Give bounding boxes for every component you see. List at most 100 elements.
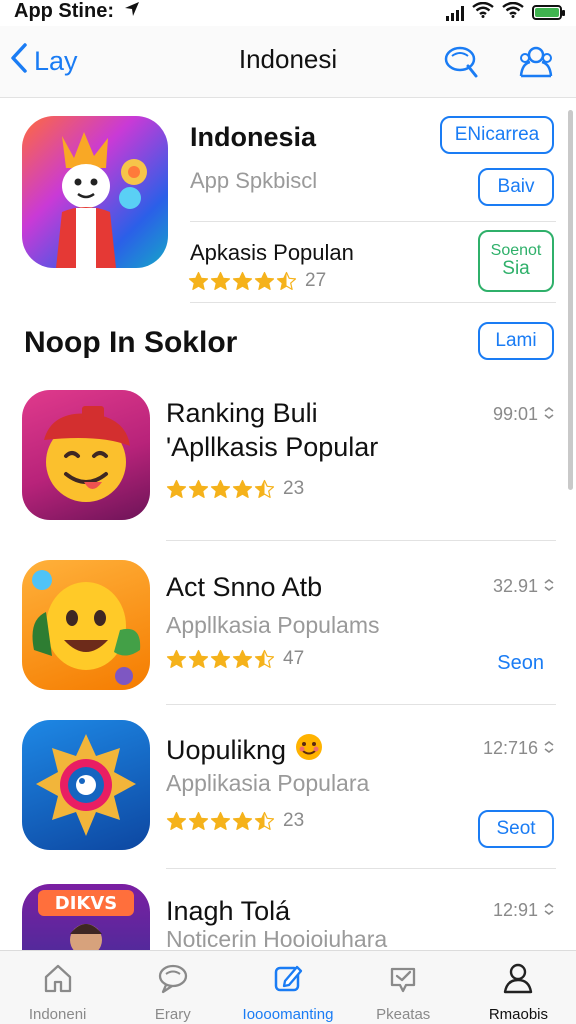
tertiary-line-1: Soenot (490, 241, 542, 259)
app-meta-value: 12:716 (482, 738, 538, 758)
app-subtitle: Noticerin Hooioiuhara (166, 926, 388, 950)
app-title-line-2: 'Apllkasis Popular (166, 432, 379, 462)
star-rating (188, 271, 297, 292)
app-subtitle: Appllkasia Populams (166, 612, 380, 638)
featured-subtitle: App Spkbiscl (190, 168, 318, 193)
tab-bar: Indoneni Erary Ioooomanting Pkeatas Rmao… (0, 950, 576, 1024)
star-icon (232, 811, 253, 830)
featured-app: Indonesia App Spkbiscl Apkasis Populan 2… (0, 100, 576, 310)
featured-rating: 27 (188, 270, 326, 292)
app-rating: 47 (166, 648, 304, 670)
nav-bar: Lay Indonesi (0, 26, 576, 98)
star-icon (188, 271, 209, 290)
divider (166, 704, 556, 705)
app-subtitle: Applikasia Populara (166, 770, 370, 796)
star-icon (210, 811, 231, 830)
app-action-button[interactable]: Seot (478, 810, 554, 848)
divider (166, 540, 556, 541)
star-icon (210, 479, 231, 498)
app-icon[interactable] (22, 390, 150, 520)
chevron-updown-icon (542, 900, 556, 921)
featured-secondary-button[interactable]: Baiv (478, 168, 554, 206)
wifi-icon (472, 1, 494, 23)
app-meta: 99:01 (493, 404, 556, 425)
tab-updates[interactable]: Pkeatas (346, 951, 461, 1024)
section-action-button[interactable]: Lami (478, 322, 554, 360)
featured-category: Apkasis Populan (190, 240, 354, 265)
chevron-updown-icon (542, 404, 556, 425)
star-icon (254, 271, 275, 290)
app-title: Uopulikng (166, 735, 287, 765)
star-icon (254, 479, 275, 498)
star-icon (254, 811, 275, 830)
list-item[interactable]: Act Snno Atb Appllkasia Populams 47 32.9… (0, 560, 576, 705)
star-icon (166, 811, 187, 830)
star-icon (210, 649, 231, 668)
edit-square-icon (271, 961, 305, 1000)
star-icon (232, 479, 253, 498)
divider (166, 868, 556, 869)
tab-label: Pkeatas (376, 1006, 431, 1023)
list-item[interactable]: Uopulikng Applikasia Populara 23 12:716 … (0, 720, 576, 870)
location-arrow-icon (124, 1, 140, 22)
tab-today[interactable]: Indoneni (0, 951, 115, 1024)
star-icon (232, 649, 253, 668)
smiley-emoji-icon (294, 732, 324, 769)
star-icon (276, 271, 297, 290)
rating-count: 23 (283, 810, 305, 831)
tab-games[interactable]: Erary (115, 951, 230, 1024)
tab-search[interactable]: Rmaobis (461, 951, 576, 1024)
app-meta-value: 99:01 (492, 404, 538, 424)
star-icon (166, 479, 187, 498)
chevron-updown-icon (542, 738, 556, 759)
app-action-link[interactable]: Seon (497, 652, 544, 675)
star-rating (166, 811, 275, 832)
status-right (446, 1, 565, 23)
divider (190, 302, 556, 303)
chat-icon (156, 961, 190, 1000)
app-title: Act Snno Atb (166, 572, 323, 602)
app-icon[interactable]: DIKVS (22, 884, 150, 950)
star-icon (166, 649, 187, 668)
featured-title: Indonesia (190, 122, 317, 152)
rating-count: 23 (283, 478, 305, 499)
featured-app-icon[interactable] (22, 116, 168, 268)
section-title: Noop In Soklor (24, 326, 238, 359)
featured-primary-button[interactable]: ENicarrea (440, 116, 554, 154)
app-meta: 12:91 (493, 900, 556, 921)
tab-label: Ioooomanting (242, 1006, 334, 1023)
app-meta: 12:716 (483, 738, 556, 759)
tab-apps[interactable]: Ioooomanting (230, 951, 345, 1024)
app-rating: 23 (166, 810, 304, 832)
home-icon (41, 961, 75, 1000)
tab-label: Indoneni (28, 1006, 87, 1023)
wifi-icon-secondary (502, 1, 524, 23)
tertiary-line-2: Sia (502, 258, 530, 280)
rating-count: 27 (305, 270, 327, 291)
list-item[interactable]: Ranking Buli 'Apllkasis Popular 23 99:01 (0, 390, 576, 541)
app-icon[interactable] (22, 560, 150, 690)
star-icon (188, 479, 209, 498)
star-rating (166, 479, 275, 500)
status-bar: App Stine: (0, 0, 576, 26)
app-title: Ranking Buli (166, 398, 318, 428)
app-title: Inagh Tolá (166, 896, 291, 926)
account-icon[interactable] (516, 44, 556, 80)
chevron-updown-icon (542, 576, 556, 597)
star-icon (188, 811, 209, 830)
battery-icon (532, 5, 565, 20)
badge-check-icon (386, 961, 420, 1000)
rating-count: 47 (283, 648, 305, 669)
app-meta-value: 12:91 (492, 900, 538, 920)
app-icon[interactable] (22, 720, 150, 850)
list-item[interactable]: DIKVS Inagh Tolá Noticerin Hooioiuhara 1… (0, 884, 576, 950)
search-icon[interactable] (442, 44, 482, 80)
page-title: Indonesi (238, 44, 338, 74)
star-icon (188, 649, 209, 668)
tab-label: Rmaobis (488, 1006, 548, 1023)
status-left: App Stine: (14, 0, 140, 23)
featured-tertiary-button[interactable]: Soenot Sia (478, 230, 554, 292)
divider (190, 221, 556, 222)
star-icon (254, 649, 275, 668)
star-icon (210, 271, 231, 290)
